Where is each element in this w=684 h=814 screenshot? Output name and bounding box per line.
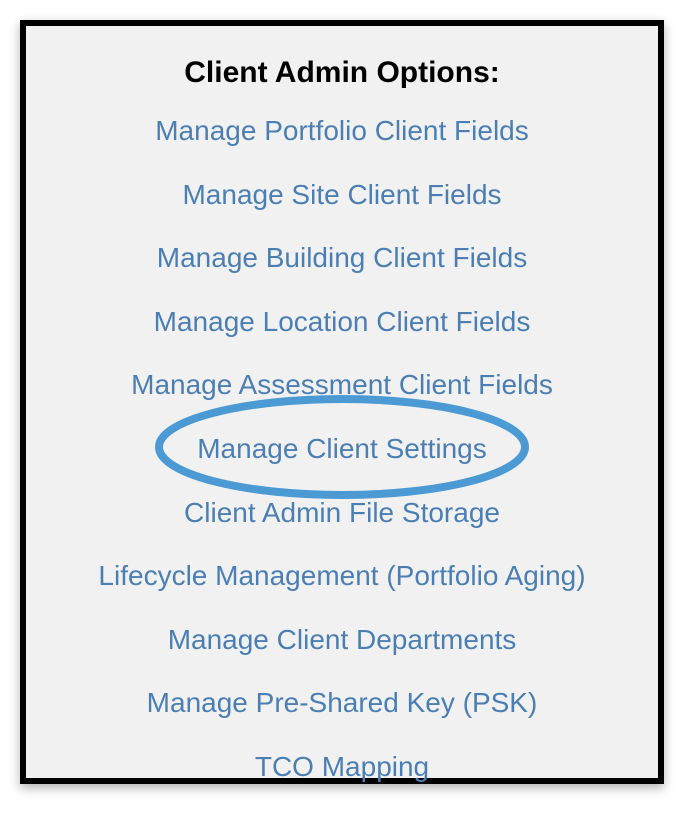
link-client-admin-file-storage[interactable]: Client Admin File Storage [184,496,500,530]
link-manage-pre-shared-key[interactable]: Manage Pre-Shared Key (PSK) [147,686,538,720]
link-lifecycle-management[interactable]: Lifecycle Management (Portfolio Aging) [98,559,585,593]
link-manage-site-client-fields[interactable]: Manage Site Client Fields [182,178,501,212]
link-manage-client-departments[interactable]: Manage Client Departments [168,623,517,657]
link-manage-client-settings[interactable]: Manage Client Settings [197,432,487,466]
client-admin-options-panel: Client Admin Options: Manage Portfolio C… [20,20,664,784]
link-manage-building-client-fields[interactable]: Manage Building Client Fields [157,241,527,275]
link-tco-mapping[interactable]: TCO Mapping [255,750,429,784]
options-link-list: Manage Portfolio Client Fields Manage Si… [36,114,648,814]
panel-heading: Client Admin Options: [184,56,500,90]
link-manage-assessment-client-fields[interactable]: Manage Assessment Client Fields [131,368,553,402]
link-manage-portfolio-client-fields[interactable]: Manage Portfolio Client Fields [155,114,529,148]
link-manage-location-client-fields[interactable]: Manage Location Client Fields [154,305,531,339]
